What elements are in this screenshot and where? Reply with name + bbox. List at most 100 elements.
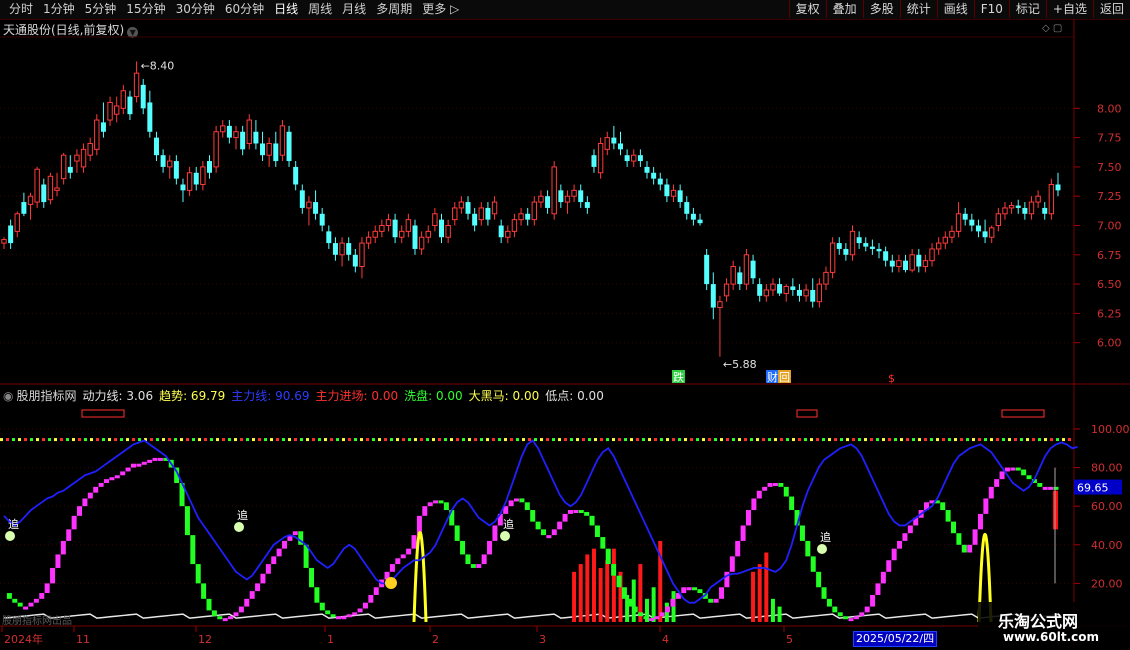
signal-dot <box>660 438 663 442</box>
signal-dot <box>162 438 165 442</box>
gold-coin-marker <box>385 577 397 589</box>
signal-dot <box>684 438 687 442</box>
trend-step <box>346 614 352 618</box>
candle-body-up <box>551 166 557 215</box>
candle-body-down <box>1015 205 1021 208</box>
candle-body-down <box>545 196 551 208</box>
candle-body-up <box>538 195 544 203</box>
candle-body-down <box>657 178 663 185</box>
candle-body-down <box>591 155 597 167</box>
trend-step <box>422 506 428 516</box>
signal-dot <box>906 438 909 442</box>
signal-dot <box>30 438 33 442</box>
trend-step <box>837 612 843 617</box>
signal-dot <box>168 438 171 442</box>
signal-dot <box>150 438 153 442</box>
main-force-bar <box>757 564 762 622</box>
price-tick-label-8: 6.00 <box>1097 337 1122 350</box>
trend-step <box>540 529 546 536</box>
candle-body-down <box>392 219 398 238</box>
wash-bar <box>631 579 636 622</box>
trend-step <box>789 496 795 511</box>
signal-dot <box>1044 438 1047 442</box>
signal-dot <box>282 438 285 442</box>
signal-dot <box>42 438 45 442</box>
signal-dot <box>996 438 999 442</box>
candle-body-down <box>206 161 212 173</box>
candle-body-down <box>332 243 338 255</box>
x-axis-label-5: 3 <box>539 633 546 646</box>
candle-body-up <box>266 142 272 156</box>
trend-step <box>821 587 827 599</box>
candle-body-up <box>896 260 902 268</box>
trend-step <box>762 486 768 491</box>
trend-step <box>93 486 99 493</box>
trend-step <box>859 612 865 617</box>
trend-step <box>362 602 368 609</box>
signal-dot <box>1056 438 1059 442</box>
trend-step <box>665 606 671 613</box>
candle-body-up <box>935 242 942 250</box>
watermark-site-name: 乐淘公式网 <box>998 612 1079 631</box>
trend-step <box>152 457 158 461</box>
candle-body-down <box>439 219 445 238</box>
signal-dot <box>156 438 159 442</box>
trend-step <box>562 513 568 522</box>
signal-dot <box>138 438 141 442</box>
candle-body-up <box>942 236 949 244</box>
top-signal-box-1 <box>796 409 818 418</box>
signal-dot <box>72 438 75 442</box>
trend-step <box>141 461 147 465</box>
trend-step <box>745 510 751 526</box>
trend-step <box>314 587 320 603</box>
main-force-bar <box>605 560 610 622</box>
signal-dot <box>252 438 255 442</box>
signal-dot <box>900 438 903 442</box>
signal-dot <box>336 438 339 442</box>
trend-step <box>686 587 692 591</box>
candle-body-down <box>240 131 246 150</box>
trend-step <box>632 606 638 613</box>
event-marker-2: 回 <box>779 371 790 384</box>
candle-body-down <box>558 190 564 203</box>
trend-step <box>292 531 298 536</box>
trend-step <box>578 510 584 514</box>
candle-body-down <box>637 155 643 162</box>
trend-step <box>654 616 660 620</box>
candle-body-down <box>790 286 796 290</box>
candle-body-down <box>1022 207 1028 214</box>
trend-step <box>870 594 876 607</box>
trend-step <box>643 616 649 620</box>
signal-dot <box>54 438 57 442</box>
signal-dot <box>750 438 753 442</box>
signal-dot <box>642 438 645 442</box>
candle-body-down <box>777 284 783 294</box>
signal-dot <box>846 438 849 442</box>
trend-step <box>567 510 573 514</box>
signal-dot <box>720 438 723 442</box>
signal-dot <box>396 438 399 442</box>
candle-body-down <box>836 243 842 249</box>
trend-step <box>244 598 250 607</box>
candle-body-down <box>153 137 159 156</box>
candlestick-chart[interactable]: 8.00 7.75 7.50 7.25 7.00 6.75 6.50 6.25 6.00 100.… <box>0 0 1130 650</box>
signal-dot <box>774 438 777 442</box>
candle-body-down <box>624 155 630 162</box>
candle-body-up <box>571 189 577 197</box>
trend-step <box>249 591 255 599</box>
trend-step <box>17 602 23 607</box>
chase-marker-dot-0 <box>5 531 15 541</box>
trend-step <box>98 483 104 487</box>
signal-dot <box>126 438 129 442</box>
candle-body-up <box>113 105 120 115</box>
indicator-watermark-text: 股朋指标网出品 <box>2 616 72 627</box>
candle-body-up <box>511 219 518 232</box>
signal-dot <box>48 438 51 442</box>
candle-body-up <box>47 175 54 201</box>
trend-step <box>697 589 703 594</box>
trend-step <box>751 498 757 511</box>
signal-dot <box>930 438 933 442</box>
trend-step <box>271 556 277 565</box>
candle-body-up <box>631 154 637 162</box>
signal-dot <box>342 438 345 442</box>
